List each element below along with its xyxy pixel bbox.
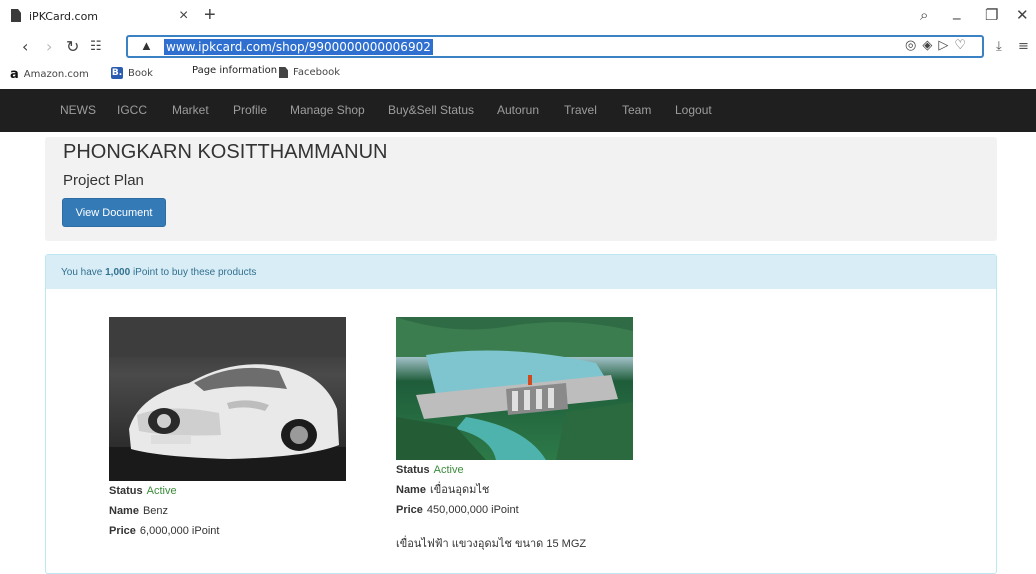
points-suffix: iPoint to buy these products [132, 267, 257, 278]
bookmark-label: Book [128, 67, 153, 79]
warning-icon[interactable]: ▲ [140, 38, 153, 53]
status-value: Active [146, 485, 177, 497]
address-bar-row: ‹ › ↻ ☷ ▲ www.ipkcard.com/shop/990000000… [0, 32, 1036, 62]
bookmark-booking[interactable]: B. Book [111, 67, 153, 79]
shop-page: PHONGKARN KOSITTHAMMANUN Project Plan Vi… [0, 132, 1036, 574]
page-info-tooltip: Page information [190, 64, 280, 77]
menu-icon[interactable]: ≡ [1018, 39, 1029, 54]
points-amount: 1,000 [105, 267, 131, 278]
nav-autorun[interactable]: Autorun [497, 103, 539, 117]
nav-manage-shop[interactable]: Manage Shop [290, 103, 365, 117]
url-action-icons[interactable]: ◎◈▷♡ [905, 38, 972, 53]
status-row: Status Active [109, 481, 346, 501]
booking-icon: B. [111, 67, 123, 79]
name-row: Name Benz [109, 501, 346, 521]
new-tab-icon[interactable]: + [204, 4, 216, 27]
bookmark-label: Facebook [293, 67, 340, 78]
nav-news[interactable]: NEWS [60, 103, 96, 117]
nav-team[interactable]: Team [622, 103, 651, 117]
nav-igcc[interactable]: IGCC [117, 103, 147, 117]
tab-title: iPKCard.com [29, 9, 99, 23]
price-value: 6,000,000 iPoint [139, 525, 220, 537]
dam-illustration [396, 317, 633, 460]
project-plan-heading: Project Plan [63, 172, 144, 189]
shop-header: PHONGKARN KOSITTHAMMANUN Project Plan Vi… [45, 137, 997, 241]
status-value: Active [433, 464, 464, 476]
name-label: Name [109, 505, 139, 517]
amazon-icon: a [10, 67, 19, 82]
points-prefix: You have [61, 267, 103, 278]
price-label: Price [396, 504, 423, 516]
url-text: www.ipkcard.com/shop/9900000000006902 [164, 39, 433, 55]
browser-tab-bar: iPKCard.com × + ⌕ _ ❐ ✕ [0, 0, 1036, 32]
search-icon[interactable]: ⌕ [920, 6, 928, 24]
name-value: เขื่อนอุดมไช [429, 484, 490, 496]
close-tab-icon[interactable]: × [179, 7, 188, 25]
product-description: เขื่อนไฟฟ้า แขวงอุดมไช ขนาด 15 MGZ [396, 538, 587, 550]
product-card[interactable]: Status Active Name Benz Price 6,000,000 iPo… [109, 317, 346, 541]
minimize-icon[interactable]: _ [953, 2, 961, 20]
reload-icon[interactable]: ↻ [66, 37, 79, 56]
status-label: Status [109, 485, 143, 497]
product-meta: Status Active Name เขื่อนอุดมไช Price 450,0… [396, 460, 633, 520]
browser-tab[interactable]: iPKCard.com [0, 0, 196, 32]
apps-grid-icon[interactable]: ☷ [90, 39, 102, 54]
name-value: Benz [142, 505, 169, 517]
car-illustration [109, 317, 346, 481]
price-label: Price [109, 525, 136, 537]
file-icon [279, 67, 288, 78]
restore-icon[interactable]: ❐ [985, 6, 998, 24]
status-label: Status [396, 464, 430, 476]
bookmark-label: Amazon.com [23, 69, 89, 80]
download-icon[interactable]: ⤓ [996, 39, 1002, 54]
nav-profile[interactable]: Profile [233, 103, 267, 117]
name-row: Name เขื่อนอุดมไช [396, 480, 633, 500]
view-document-button[interactable]: View Document [62, 198, 166, 227]
products-panel: You have 1,000 iPoint to buy these produ… [45, 254, 997, 574]
nav-travel[interactable]: Travel [564, 103, 597, 117]
product-card[interactable]: Status Active Name เขื่อนอุดมไช Price 450,0… [396, 317, 633, 552]
bookmark-facebook[interactable]: Facebook [279, 67, 340, 78]
site-navbar: NEWS IGCC Market Profile Manage Shop Buy… [0, 89, 1036, 132]
dam-image[interactable] [396, 317, 633, 460]
name-label: Name [396, 484, 426, 496]
forward-icon[interactable]: › [46, 37, 52, 56]
url-field[interactable]: ▲ www.ipkcard.com/shop/9900000000006902 … [126, 35, 984, 58]
owner-name: PHONGKARN KOSITTHAMMANUN [63, 141, 388, 163]
nav-buy-sell-status[interactable]: Buy&Sell Status [388, 103, 474, 117]
nav-market[interactable]: Market [172, 103, 209, 117]
bookmarks-bar: a Amazon.com B. Book ress Facebook [0, 62, 1036, 86]
price-value: 450,000,000 iPoint [426, 504, 519, 516]
price-row: Price 450,000,000 iPoint [396, 500, 633, 520]
close-window-icon[interactable]: ✕ [1016, 6, 1029, 24]
page-favicon-icon [10, 9, 22, 23]
points-notice: You have 1,000 iPoint to buy these produ… [46, 255, 996, 289]
car-image[interactable] [109, 317, 346, 481]
status-row: Status Active [396, 460, 633, 480]
price-row: Price 6,000,000 iPoint [109, 521, 346, 541]
nav-logout[interactable]: Logout [675, 103, 712, 117]
bookmark-amazon[interactable]: a Amazon.com [10, 67, 89, 82]
back-icon[interactable]: ‹ [22, 37, 28, 56]
product-meta: Status Active Name Benz Price 6,000,000 iPo… [109, 481, 346, 541]
